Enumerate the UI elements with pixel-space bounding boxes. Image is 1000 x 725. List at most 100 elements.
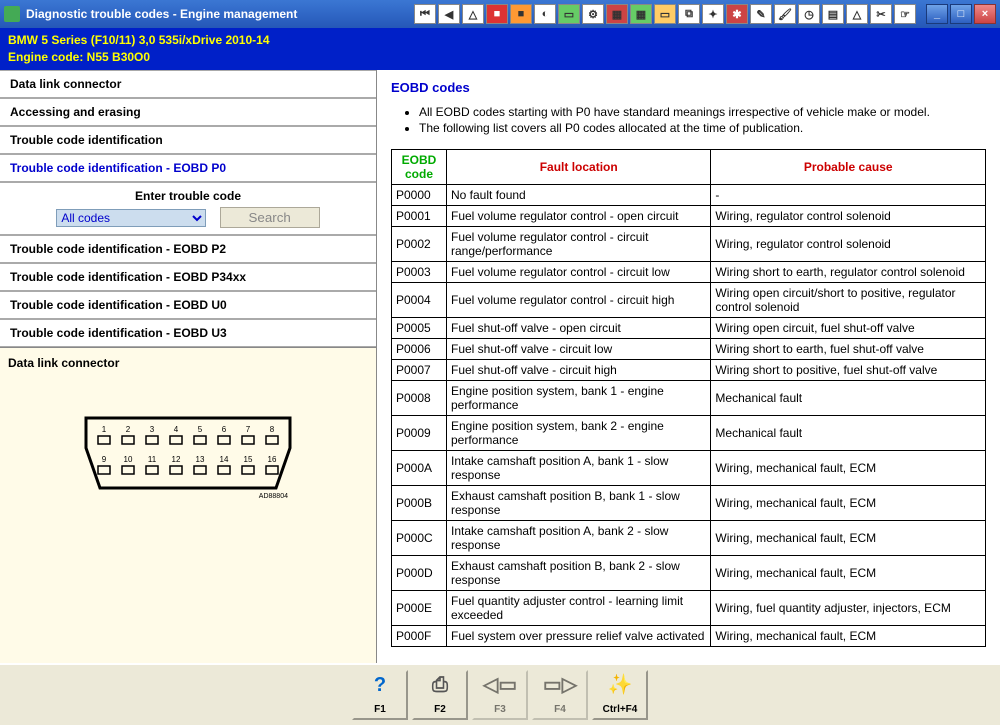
table-row[interactable]: P0003Fuel volume regulator control - cir…: [392, 261, 986, 282]
clip-icon[interactable]: ✂: [870, 4, 892, 24]
sidebar-item-accessing[interactable]: Accessing and erasing: [0, 98, 376, 126]
window-title: Diagnostic trouble codes - Engine manage…: [26, 7, 297, 21]
gear-icon[interactable]: ✦: [702, 4, 724, 24]
f3-button[interactable]: ◁▭F3: [472, 670, 528, 720]
sidebar-item-eobd-p0[interactable]: Trouble code identification - EOBD P0: [0, 154, 376, 182]
table-row[interactable]: P000DExhaust camshaft position B, bank 2…: [392, 555, 986, 590]
table-row[interactable]: P0008Engine position system, bank 1 - en…: [392, 380, 986, 415]
warn-icon[interactable]: △: [462, 4, 484, 24]
close-button[interactable]: ×: [974, 4, 996, 24]
cell-fault: Intake camshaft position A, bank 2 - slo…: [447, 520, 711, 555]
cell-code: P0001: [392, 205, 447, 226]
codes-table: EOBD code Fault location Probable cause …: [391, 149, 986, 647]
th-code: EOBD code: [392, 149, 447, 184]
diagram-ref: AD88804: [259, 493, 288, 500]
sidebar-item-eobd-p34xx[interactable]: Trouble code identification - EOBD P34xx: [0, 263, 376, 291]
bullet-2: The following list covers all P0 codes a…: [419, 121, 986, 135]
table-row[interactable]: P0009Engine position system, bank 2 - en…: [392, 415, 986, 450]
table-row[interactable]: P000CIntake camshaft position A, bank 2 …: [392, 520, 986, 555]
cell-cause: Mechanical fault: [711, 380, 986, 415]
table-row[interactable]: P000BExhaust camshaft position B, bank 1…: [392, 485, 986, 520]
sidebar-item-data-link[interactable]: Data link connector: [0, 70, 376, 98]
hand-icon[interactable]: ☞: [894, 4, 916, 24]
flag-orange-icon[interactable]: ■: [510, 4, 532, 24]
svg-text:11: 11: [148, 455, 157, 464]
cell-code: P000A: [392, 450, 447, 485]
flag-red-icon[interactable]: ■: [486, 4, 508, 24]
sidebar-item-eobd-p2[interactable]: Trouble code identification - EOBD P2: [0, 235, 376, 263]
f4-button[interactable]: ▭▷F4: [532, 670, 588, 720]
svg-text:3: 3: [150, 425, 155, 434]
table-row[interactable]: P0002Fuel volume regulator control - cir…: [392, 226, 986, 261]
sidebar-item-eobd-u0[interactable]: Trouble code identification - EOBD U0: [0, 291, 376, 319]
minimize-button[interactable]: _: [926, 4, 948, 24]
f1-help-button[interactable]: ?F1: [352, 670, 408, 720]
ctrlf4-button[interactable]: ✨Ctrl+F4: [592, 670, 648, 720]
search-label: Enter trouble code: [8, 189, 368, 203]
paint-icon[interactable]: 🖌: [774, 4, 796, 24]
table-row[interactable]: P000FFuel system over pressure relief va…: [392, 625, 986, 646]
cell-cause: -: [711, 184, 986, 205]
note-icon[interactable]: ✎: [750, 4, 772, 24]
window-icon[interactable]: ▭: [654, 4, 676, 24]
nav-prev-icon[interactable]: ◀: [438, 4, 460, 24]
bullet-1: All EOBD codes starting with P0 have sta…: [419, 105, 986, 119]
card-icon[interactable]: ▭: [558, 4, 580, 24]
table-row[interactable]: P000AIntake camshaft position A, bank 1 …: [392, 450, 986, 485]
search-button[interactable]: Search: [220, 207, 320, 228]
table-row[interactable]: P0006Fuel shut-off valve - circuit lowWi…: [392, 338, 986, 359]
diagram-area: Data link connector 12345678 91011121314…: [0, 347, 376, 666]
page-left-icon: ◁▭: [483, 675, 517, 695]
svg-text:6: 6: [222, 425, 227, 434]
cell-cause: Wiring, fuel quantity adjuster, injector…: [711, 590, 986, 625]
content-pane[interactable]: EOBD codes All EOBD codes starting with …: [377, 70, 1000, 666]
table-row[interactable]: P0005Fuel shut-off valve - open circuitW…: [392, 317, 986, 338]
highlight-icon: ✨: [608, 675, 633, 695]
window-controls: _ □ ×: [924, 4, 996, 24]
table-row[interactable]: P0001Fuel volume regulator control - ope…: [392, 205, 986, 226]
cell-cause: Wiring, regulator control solenoid: [711, 226, 986, 261]
cell-code: P000D: [392, 555, 447, 590]
tile-red-icon[interactable]: ▦: [606, 4, 628, 24]
bug-icon[interactable]: ✱: [726, 4, 748, 24]
cell-code: P000B: [392, 485, 447, 520]
cell-fault: No fault found: [447, 184, 711, 205]
table-row[interactable]: P0007Fuel shut-off valve - circuit highW…: [392, 359, 986, 380]
nav-first-icon[interactable]: ⏮: [414, 4, 436, 24]
vehicle-line1: BMW 5 Series (F10/11) 3,0 535i/xDrive 20…: [8, 32, 992, 49]
cell-code: P000E: [392, 590, 447, 625]
cell-cause: Wiring, mechanical fault, ECM: [711, 520, 986, 555]
gauge-icon[interactable]: ◷: [798, 4, 820, 24]
cell-code: P0005: [392, 317, 447, 338]
f2-print-button[interactable]: ⎙F2: [412, 670, 468, 720]
cell-code: P0006: [392, 338, 447, 359]
maximize-button[interactable]: □: [950, 4, 972, 24]
vehicle-info-bar: BMW 5 Series (F10/11) 3,0 535i/xDrive 20…: [0, 28, 1000, 70]
cell-fault: Fuel shut-off valve - circuit high: [447, 359, 711, 380]
doc-icon[interactable]: ▤: [822, 4, 844, 24]
chart-icon[interactable]: ⧉: [678, 4, 700, 24]
cell-fault: Fuel shut-off valve - circuit low: [447, 338, 711, 359]
svg-text:7: 7: [246, 425, 251, 434]
titlebar: Diagnostic trouble codes - Engine manage…: [0, 0, 1000, 28]
cell-cause: Wiring, mechanical fault, ECM: [711, 450, 986, 485]
table-row[interactable]: P0000No fault found-: [392, 184, 986, 205]
vehicle-line2: Engine code: N55 B30O0: [8, 49, 992, 66]
table-row[interactable]: P000EFuel quantity adjuster control - le…: [392, 590, 986, 625]
tile-green-icon[interactable]: ▦: [630, 4, 652, 24]
svg-text:2: 2: [126, 425, 131, 434]
codes-select[interactable]: All codes: [56, 209, 206, 227]
tool-icon[interactable]: ⚙: [582, 4, 604, 24]
sidebar-item-tci[interactable]: Trouble code identification: [0, 126, 376, 154]
table-row[interactable]: P0004Fuel volume regulator control - cir…: [392, 282, 986, 317]
svg-text:10: 10: [124, 455, 133, 464]
svg-text:15: 15: [244, 455, 253, 464]
stamp-icon[interactable]: △: [846, 4, 868, 24]
sidebar-item-eobd-u3[interactable]: Trouble code identification - EOBD U3: [0, 319, 376, 347]
search-row: Enter trouble code All codes Search: [0, 182, 376, 235]
cell-fault: Exhaust camshaft position B, bank 1 - sl…: [447, 485, 711, 520]
content-bullets: All EOBD codes starting with P0 have sta…: [419, 105, 986, 135]
toolbar: ⏮ ◀ △ ■ ■ ◐ ▭ ⚙ ▦ ▦ ▭ ⧉ ✦ ✱ ✎ 🖌 ◷ ▤ △ ✂ …: [414, 4, 916, 24]
cell-code: P0004: [392, 282, 447, 317]
circle-icon[interactable]: ◐: [534, 4, 556, 24]
